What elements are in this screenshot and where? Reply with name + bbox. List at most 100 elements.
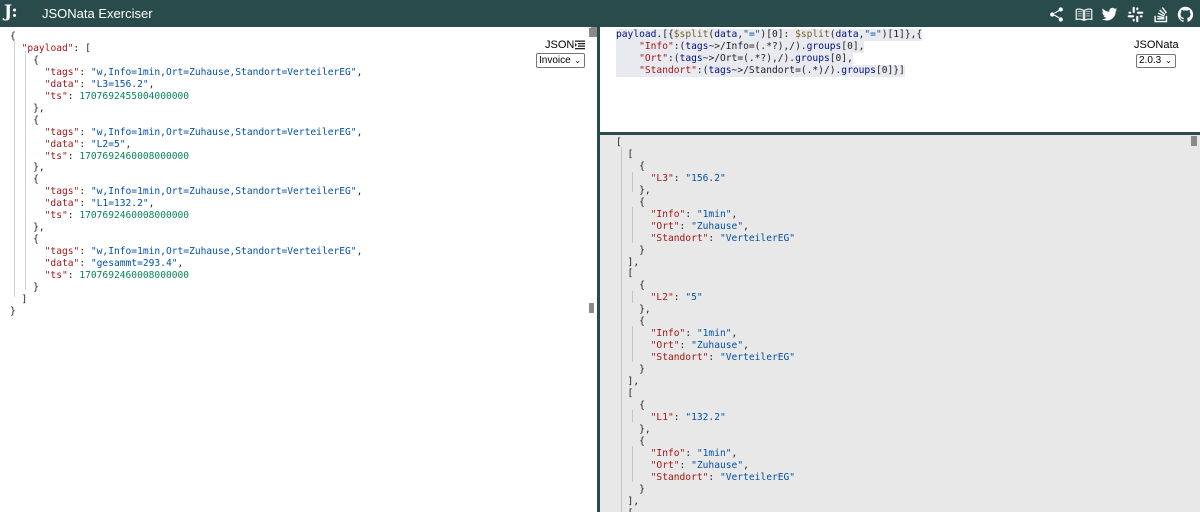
code-line: "Info": "1min",	[616, 328, 795, 340]
code-token: "ts"	[44, 150, 68, 162]
code-line: "data": "L2=5",	[10, 139, 362, 151]
expression-scrollbar-thumb[interactable]	[591, 27, 597, 37]
code-line: }	[616, 245, 795, 257]
code-token: :	[708, 471, 720, 483]
slack-icon[interactable]	[1126, 5, 1144, 23]
code-token: :	[673, 411, 686, 423]
code-token: [0],	[841, 40, 865, 52]
code-token: :	[67, 150, 80, 162]
code-token: "data"	[44, 138, 80, 150]
code-line: "Standort":(tags~>/Standort=(.*)/).group…	[616, 64, 905, 77]
code-line: ],	[616, 376, 795, 388]
code-token: "Ort"	[650, 340, 680, 352]
code-token: ],	[616, 376, 640, 388]
indent-guide	[621, 148, 622, 512]
stackoverflow-icon[interactable]	[1152, 5, 1170, 23]
code-line: "tags": "w,Info=1min,Ort=Zuhause,Standor…	[10, 126, 363, 139]
code-token: "156.2"	[685, 172, 726, 184]
code-token: [0],	[829, 52, 853, 64]
code-token: :	[673, 172, 686, 184]
code-token: "VerteilerEG"	[719, 471, 796, 483]
code-token: ~>/Info=(.*?),/).	[708, 40, 807, 52]
code-line: [	[616, 388, 795, 400]
code-line: ]	[10, 294, 362, 306]
code-line: "Info": "1min",	[616, 209, 795, 221]
code-token: "data"	[44, 198, 80, 210]
code-line: "L3": "156.2"	[616, 173, 795, 185]
expression-code[interactable]: payload.[{$split(data,"=")[0]: $split(da…	[616, 29, 923, 77]
code-line: "ts": 1707692460008000000	[10, 151, 362, 163]
code-token: "Ort"	[650, 459, 680, 471]
code-line: "L1": "132.2"	[616, 412, 795, 424]
sample-select[interactable]: Invoice ⌄	[536, 53, 585, 68]
code-token: "Standort"	[650, 232, 709, 244]
code-line: },	[10, 222, 362, 234]
code-token: ],	[616, 256, 640, 268]
code-token: "ts"	[44, 270, 68, 282]
code-token: "5"	[685, 292, 703, 304]
code-token: :	[79, 186, 91, 198]
code-token: 1707692460008000000	[79, 270, 190, 282]
code-line: [	[616, 149, 795, 161]
input-code[interactable]: { "payload": [ { "tags": "w,Info=1min,Or…	[10, 31, 362, 318]
app-header: J: JSONata Exerciser	[0, 0, 1200, 27]
code-token: :	[679, 340, 692, 352]
code-line: },	[616, 185, 795, 197]
code-line: }	[10, 306, 362, 318]
code-token: },	[10, 222, 45, 234]
code-line: }	[10, 282, 362, 294]
code-line: {	[10, 115, 362, 127]
indent-guide	[25, 51, 26, 290]
format-icon[interactable]	[575, 40, 585, 50]
expression-editor[interactable]: payload.[{$split(data,"=")[0]: $split(da…	[600, 27, 1200, 132]
code-line: "tags": "w,Info=1min,Ort=Zuhause,Standor…	[10, 186, 363, 198]
code-token: ,	[125, 138, 132, 150]
json-format-label: JSON	[545, 39, 575, 51]
code-token: ,	[356, 246, 363, 258]
code-token: tags	[679, 52, 703, 64]
github-icon[interactable]	[1176, 5, 1194, 23]
code-token: "tags"	[44, 186, 80, 198]
code-token: [	[616, 508, 634, 512]
code-token: ]	[10, 293, 28, 305]
code-token: "tags"	[44, 126, 80, 138]
code-token: ],	[616, 495, 640, 507]
code-line: payload.[{$split(data,"=")[0]: $split(da…	[616, 29, 923, 41]
code-line: [	[616, 268, 795, 280]
code-token: 1707692460008000000	[79, 150, 190, 162]
code-line: "Ort": "Zuhause",	[616, 340, 795, 352]
share-icon[interactable]	[1047, 5, 1065, 23]
code-line: "Info": "1min",	[616, 448, 795, 460]
book-icon[interactable]	[1073, 5, 1095, 23]
code-line: {	[616, 161, 795, 173]
result-scrollbar-thumb[interactable]	[1191, 136, 1197, 146]
code-token: payload	[616, 29, 657, 40]
code-token: data	[714, 29, 738, 40]
code-token: "w,Info=1min,Ort=Zuhause,Standort=Vertei…	[90, 66, 357, 78]
code-token: }	[10, 305, 16, 317]
code-token: "data"	[44, 258, 80, 270]
version-select[interactable]: 2.0.3 ⌄	[1136, 54, 1176, 68]
indent-guide	[632, 410, 633, 422]
code-line: "Ort":(tags~>/Ort=(.*?),/).groups[0],	[616, 52, 853, 65]
twitter-icon[interactable]	[1100, 5, 1118, 23]
code-token: "w,Info=1min,Ort=Zuhause,Standort=Vertei…	[90, 186, 357, 198]
code-token: : [	[73, 42, 91, 54]
code-line: {	[616, 400, 795, 412]
code-token: :	[79, 138, 91, 150]
code-line: "Standort": "VerteilerEG"	[616, 233, 795, 245]
input-json-editor[interactable]: { "payload": [ { "tags": "w,Info=1min,Or…	[0, 27, 597, 512]
code-line: {	[10, 234, 362, 246]
code-line: "Standort": "VerteilerEG"	[616, 472, 795, 484]
code-token: :(	[696, 64, 709, 76]
code-token: "ts"	[44, 90, 68, 102]
input-scrollbar-thumb-bottom[interactable]	[589, 303, 594, 313]
